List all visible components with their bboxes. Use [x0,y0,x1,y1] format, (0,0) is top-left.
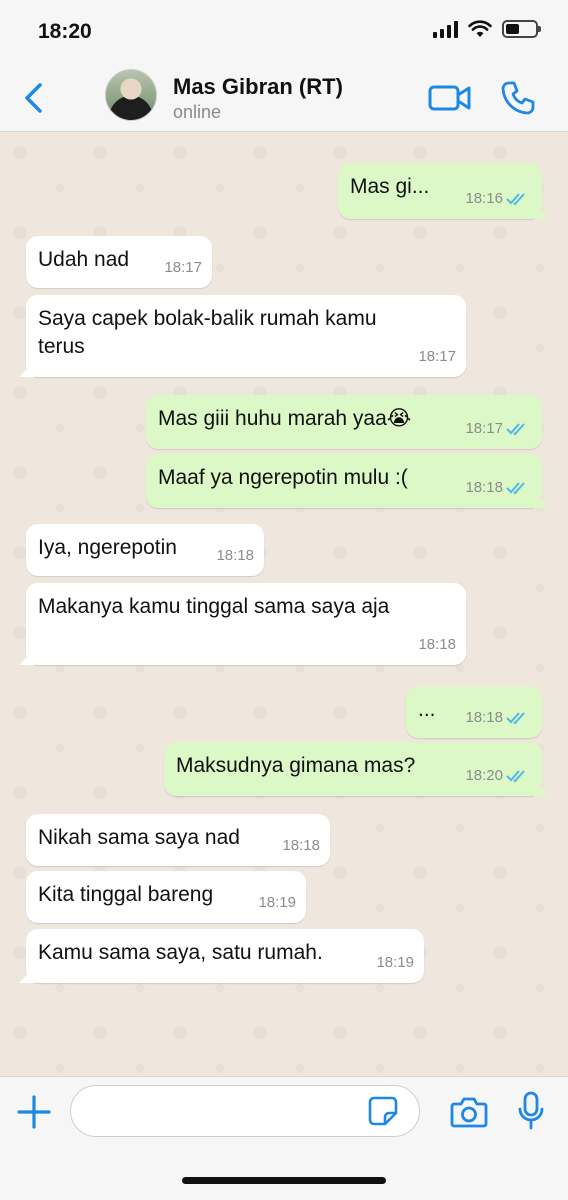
read-ticks-icon [506,770,525,783]
message-bubble-incoming[interactable]: Nikah sama saya nad 18:18 [26,814,330,866]
sticker-icon [368,1096,398,1126]
voice-call-button[interactable] [500,80,536,116]
chat-header: Mas Gibran (RT) online [0,66,568,132]
status-icons [433,20,541,38]
chat-area[interactable]: Mas gi... 18:16 Udah nad 18:17 Saya cape… [0,133,568,1076]
contact-status: online [173,102,222,122]
read-ticks-icon [506,423,525,436]
video-call-button[interactable] [428,82,472,114]
status-bar: 18:20 [0,0,568,66]
back-button[interactable] [20,80,50,116]
message-time: 18:18 [465,709,503,726]
message-time: 18:18 [465,479,503,496]
message-time: 18:18 [282,837,320,854]
message-bubble-outgoing[interactable]: Mas giii huhu marah yaa😭 18:17 [146,395,542,449]
message-bubble-incoming[interactable]: Saya capek bolak-balik rumah kamu terus … [26,295,466,377]
message-bubble-incoming[interactable]: Iya, ngerepotin 18:18 [26,524,264,576]
wifi-icon [468,20,492,37]
attach-button[interactable] [16,1094,52,1130]
message-bubble-incoming[interactable]: Kamu sama saya, satu rumah. 18:19 [26,929,424,983]
microphone-button[interactable] [516,1091,546,1131]
message-bubble-incoming[interactable]: Kita tinggal bareng 18:19 [26,871,306,923]
read-ticks-icon [506,712,525,725]
message-time: 18:16 [465,190,503,207]
message-time: 18:17 [418,348,456,365]
message-text: Makanya kamu tinggal sama saya aja [38,595,390,618]
sticker-button[interactable] [368,1096,398,1126]
message-text: Kita tinggal bareng [38,883,214,906]
home-indicator [182,1177,386,1184]
read-ticks-icon [506,193,525,206]
composer-bar [0,1076,568,1200]
message-text: Mas gi... [350,175,430,198]
read-ticks-icon [506,482,525,495]
camera-button[interactable] [450,1095,488,1129]
message-time: 18:18 [216,547,254,564]
message-bubble-incoming[interactable]: Udah nad 18:17 [26,236,212,288]
microphone-icon [518,1091,544,1130]
phone-icon [501,81,535,115]
message-text: Saya capek bolak-balik rumah kamu terus [38,307,377,358]
message-text: Nikah sama saya nad [38,826,240,849]
contact-name[interactable]: Mas Gibran (RT) [173,74,343,100]
message-time: 18:20 [465,767,503,784]
cellular-signal-icon [433,20,458,38]
message-bubble-outgoing[interactable]: Maaf ya ngerepotin mulu :( 18:18 [146,454,542,508]
contact-avatar[interactable] [105,69,157,121]
plus-icon [17,1095,51,1129]
message-time: 18:18 [418,636,456,653]
camera-icon [450,1097,488,1128]
message-bubble-outgoing[interactable]: Mas gi... 18:16 [338,163,542,219]
video-camera-icon [428,85,471,111]
message-text: Kamu sama saya, satu rumah. [38,941,323,964]
chevron-left-icon [25,83,42,113]
status-time: 18:20 [38,20,92,43]
message-text: Maaf ya ngerepotin mulu :( [158,466,408,489]
message-bubble-outgoing[interactable]: Maksudnya gimana mas? 18:20 [164,742,542,796]
message-time: 18:17 [164,259,202,276]
battery-icon [502,20,541,38]
message-text: Udah nad [38,248,130,271]
message-time: 18:17 [465,420,503,437]
message-text: Iya, ngerepotin [38,536,177,559]
message-time: 18:19 [258,894,296,911]
message-time: 18:19 [376,954,414,971]
message-bubble-incoming[interactable]: Makanya kamu tinggal sama saya aja 18:18 [26,583,466,665]
message-text: Maksudnya gimana mas? [176,754,416,777]
message-text: Mas giii huhu marah yaa😭 [158,407,412,430]
message-text: ... [418,698,436,721]
message-bubble-outgoing[interactable]: ... 18:18 [406,686,542,738]
